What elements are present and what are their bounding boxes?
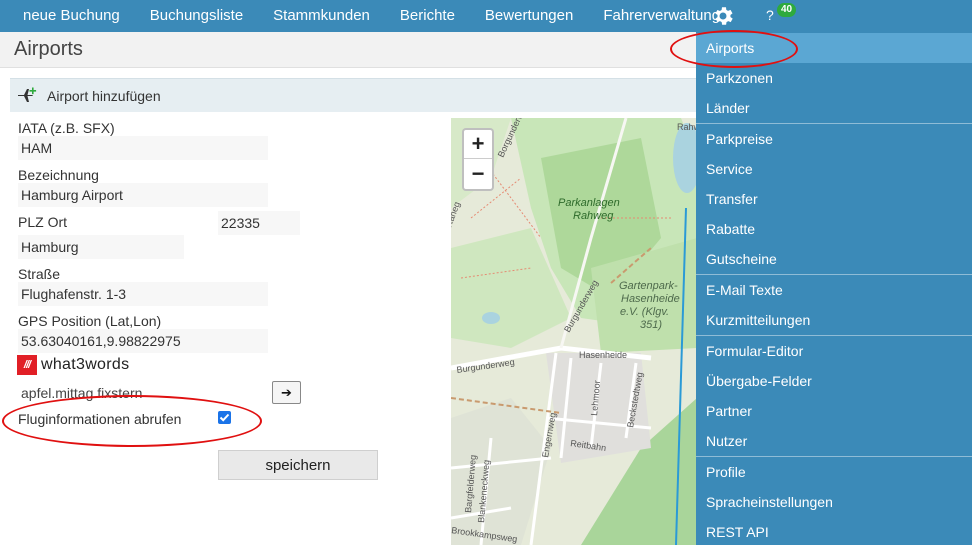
settings-menu: Airports Parkzonen Länder Parkpreise Ser…: [696, 32, 972, 545]
menu-item-email-texte[interactable]: E-Mail Texte: [696, 275, 972, 305]
menu-item-gutscheine[interactable]: Gutscheine: [696, 244, 972, 274]
what3words-go-button[interactable]: ➔: [272, 381, 301, 404]
menu-item-profile[interactable]: Profile: [696, 457, 972, 487]
menu-item-service[interactable]: Service: [696, 154, 972, 184]
nav-stammkunden[interactable]: Stammkunden: [258, 0, 385, 32]
gear-icon[interactable]: [711, 4, 735, 28]
menu-item-formular-editor[interactable]: Formular-Editor: [696, 336, 972, 366]
plane-plus-icon: [18, 87, 37, 102]
save-button[interactable]: speichern: [218, 450, 378, 480]
map-zoom-control: + −: [462, 128, 494, 191]
what3words-slashes-icon: ///: [17, 355, 37, 375]
map-label-park2b: Hasenheide: [621, 293, 680, 305]
menu-item-parkpreise[interactable]: Parkpreise: [696, 124, 972, 154]
map-label-park2a: Gartenpark-: [619, 280, 678, 292]
street-field[interactable]: Flughafenstr. 1-3: [18, 282, 268, 306]
what3words-logo: /// what3words: [17, 355, 129, 375]
nav-bewertungen[interactable]: Bewertungen: [470, 0, 588, 32]
what3words-field[interactable]: apfel.mittag.fixstern: [18, 381, 268, 405]
menu-item-nutzer[interactable]: Nutzer: [696, 426, 972, 456]
map-label-park1a: Parkanlagen: [558, 197, 620, 209]
help-icon[interactable]: ?: [766, 7, 774, 23]
gps-field[interactable]: 53.63040161,9.98822975: [18, 329, 268, 353]
menu-item-kurzmitteilungen[interactable]: Kurzmitteilungen: [696, 305, 972, 335]
map-label-park1b: Rahweg: [573, 210, 614, 222]
notification-badge: 40: [777, 3, 797, 17]
street-label: Straße: [18, 266, 61, 282]
section-header: Airport hinzufügen: [10, 78, 710, 112]
what3words-brand: what3words: [41, 356, 130, 373]
menu-item-spracheinstellungen[interactable]: Spracheinstellungen: [696, 487, 972, 517]
menu-item-partner[interactable]: Partner: [696, 396, 972, 426]
zoom-out-button[interactable]: −: [464, 159, 492, 188]
nav-buchungsliste[interactable]: Buchungsliste: [135, 0, 258, 32]
flight-info-checkbox[interactable]: [218, 411, 231, 424]
nav-neue-buchung[interactable]: neue Buchung: [0, 0, 135, 32]
menu-item-airports[interactable]: Airports: [696, 33, 972, 63]
iata-field[interactable]: HAM: [18, 136, 268, 160]
menu-item-uebergabe-felder[interactable]: Übergabe-Felder: [696, 366, 972, 396]
check-icon: [219, 413, 230, 422]
map-label-street13: Rahweg: [677, 122, 697, 132]
name-label: Bezeichnung: [18, 167, 99, 183]
zoom-in-button[interactable]: +: [464, 130, 492, 159]
map-label-park2c: e.V. (Klgv.: [620, 306, 669, 318]
map-label-park2d: 351): [640, 319, 662, 331]
city-field[interactable]: Hamburg: [18, 235, 184, 259]
map-label-street3: Hasenheide: [579, 350, 627, 360]
top-nav: neue Buchung Buchungsliste Stammkunden B…: [0, 0, 972, 32]
nav-berichte[interactable]: Berichte: [385, 0, 470, 32]
menu-item-parkzonen[interactable]: Parkzonen: [696, 63, 972, 93]
plz-label: PLZ Ort: [18, 214, 68, 230]
iata-label: IATA (z.B. SFX): [18, 120, 115, 136]
menu-item-transfer[interactable]: Transfer: [696, 184, 972, 214]
menu-item-rest-api[interactable]: REST API: [696, 517, 972, 545]
flight-info-label: Fluginformationen abrufen: [18, 411, 182, 427]
menu-item-rabatte[interactable]: Rabatte: [696, 214, 972, 244]
section-title: Airport hinzufügen: [47, 88, 161, 104]
page-title: Airports: [14, 38, 83, 60]
name-field[interactable]: Hamburg Airport: [18, 183, 268, 207]
menu-item-laender[interactable]: Länder: [696, 93, 972, 123]
plz-field[interactable]: 22335: [218, 211, 300, 235]
arrow-right-icon: ➔: [281, 384, 292, 400]
gps-label: GPS Position (Lat,Lon): [18, 313, 162, 329]
